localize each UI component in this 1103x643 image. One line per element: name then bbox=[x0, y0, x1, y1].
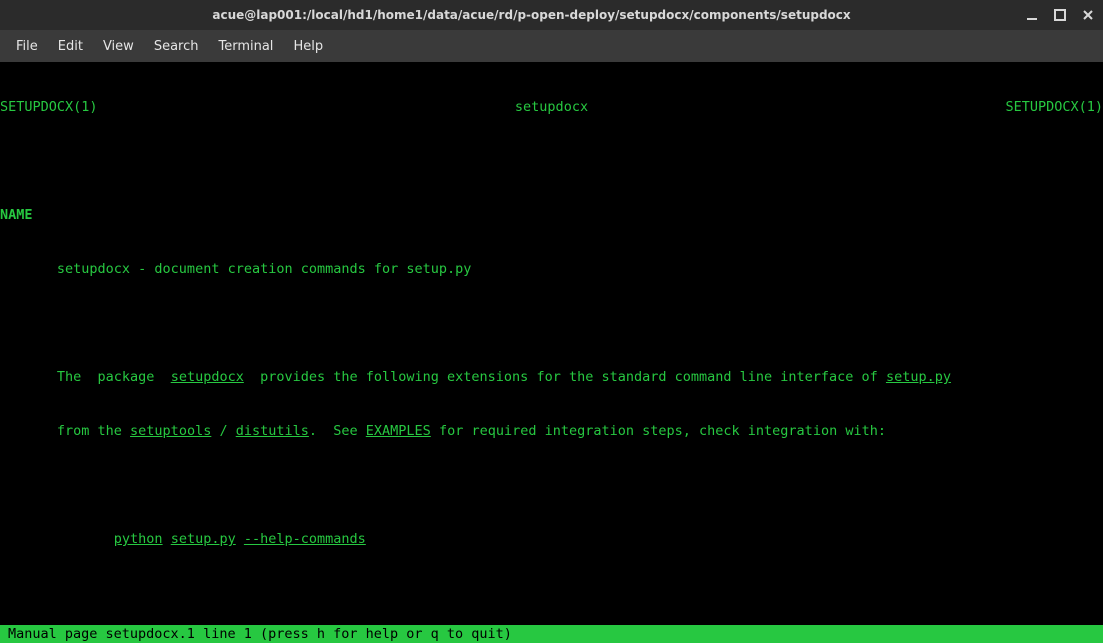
link-setupdocx: setupdocx bbox=[171, 369, 244, 385]
menu-view[interactable]: View bbox=[95, 35, 142, 58]
cmd-help-commands: --help-commands bbox=[244, 531, 366, 547]
man-header-right: SETUPDOCX(1) bbox=[1005, 98, 1103, 116]
menu-file[interactable]: File bbox=[8, 35, 46, 58]
window-controls bbox=[1025, 8, 1095, 22]
close-icon[interactable] bbox=[1081, 8, 1095, 22]
terminal-content[interactable]: SETUPDOCX(1) setupdocx SETUPDOCX(1) NAME… bbox=[0, 62, 1103, 625]
menu-help[interactable]: Help bbox=[285, 35, 331, 58]
name-line: setupdocx - document creation commands f… bbox=[0, 260, 1103, 278]
window-titlebar: acue@lap001:/local/hd1/home1/data/acue/r… bbox=[0, 0, 1103, 30]
status-text: Manual page setupdocx.1 line 1 (press h … bbox=[8, 626, 512, 642]
menu-search[interactable]: Search bbox=[146, 35, 207, 58]
minimize-icon[interactable] bbox=[1025, 8, 1039, 22]
link-setuptools: setuptools bbox=[130, 423, 211, 439]
link-examples: EXAMPLES bbox=[366, 423, 431, 439]
cmd-setup-py: setup.py bbox=[171, 531, 236, 547]
menu-terminal[interactable]: Terminal bbox=[210, 35, 281, 58]
cmd-python: python bbox=[114, 531, 163, 547]
maximize-icon[interactable] bbox=[1053, 8, 1067, 22]
man-status-line: Manual page setupdocx.1 line 1 (press h … bbox=[0, 625, 1103, 643]
man-header-center: setupdocx bbox=[98, 98, 1006, 116]
man-header-left: SETUPDOCX(1) bbox=[0, 98, 98, 116]
menu-edit[interactable]: Edit bbox=[50, 35, 91, 58]
section-name: NAME bbox=[0, 206, 1103, 224]
menu-bar: File Edit View Search Terminal Help bbox=[0, 30, 1103, 62]
link-distutils: distutils bbox=[236, 423, 309, 439]
window-title: acue@lap001:/local/hd1/home1/data/acue/r… bbox=[38, 8, 1025, 22]
link-setup-py: setup.py bbox=[886, 369, 951, 385]
